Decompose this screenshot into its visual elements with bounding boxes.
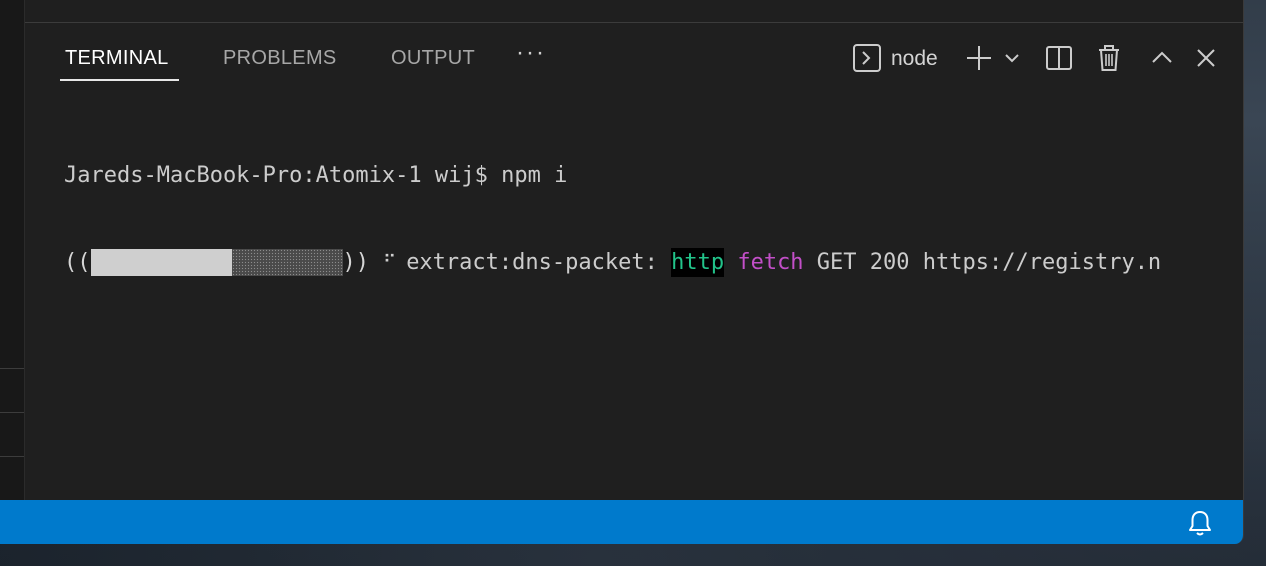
close-icon[interactable] xyxy=(1191,43,1221,73)
terminal-line: Jareds-MacBook-Pro:Atomix-1 wij$ npm i xyxy=(64,161,1161,190)
terminal-prompt-icon[interactable] xyxy=(851,43,883,73)
terminal-output[interactable]: Jareds-MacBook-Pro:Atomix-1 wij$ npm i (… xyxy=(64,103,1161,335)
active-tab-indicator xyxy=(60,79,179,81)
bell-icon[interactable] xyxy=(1187,509,1213,542)
gutter-divider xyxy=(0,368,24,369)
spinner-glyph: ⠋ xyxy=(383,252,397,273)
gutter-divider xyxy=(0,456,24,457)
trash-icon[interactable] xyxy=(1093,43,1125,73)
terminal-shell-label[interactable]: node xyxy=(891,47,938,71)
tab-terminal[interactable]: TERMINAL xyxy=(65,47,169,70)
terminal-line: (( )) ⠋ extract:dns-packet: http fetch G… xyxy=(64,248,1161,277)
panel-tab-bar: TERMINAL PROBLEMS OUTPUT ··· node xyxy=(25,23,1243,83)
progress-open-bracket: (( xyxy=(64,250,91,275)
chevron-down-icon[interactable] xyxy=(1001,43,1023,73)
progress-track xyxy=(90,249,343,276)
tab-problems[interactable]: PROBLEMS xyxy=(223,47,337,70)
tab-output[interactable]: OUTPUT xyxy=(391,47,475,70)
editor-area-edge xyxy=(0,0,1243,23)
bottom-panel: TERMINAL PROBLEMS OUTPUT ··· node Jareds… xyxy=(25,23,1243,500)
http-label: http xyxy=(671,248,725,277)
progress-stage-text: extract:dns-packet: xyxy=(406,250,672,275)
activity-gutter xyxy=(0,0,25,500)
prompt-command-text: Jareds-MacBook-Pro:Atomix-1 wij$ npm i xyxy=(64,163,568,188)
fetch-label: fetch xyxy=(737,250,804,275)
chevron-up-icon[interactable] xyxy=(1147,43,1177,73)
more-tabs-button[interactable]: ··· xyxy=(516,39,546,67)
editor-window: TERMINAL PROBLEMS OUTPUT ··· node Jareds… xyxy=(0,0,1244,544)
progress-close-bracket: )) xyxy=(342,250,370,275)
request-text: GET 200 https://registry.n xyxy=(803,250,1162,275)
gutter-divider xyxy=(0,412,24,413)
npm-progress-bar: (( )) xyxy=(64,248,369,277)
status-bar xyxy=(0,500,1243,544)
plus-icon[interactable] xyxy=(963,43,995,73)
split-panel-icon[interactable] xyxy=(1043,43,1075,73)
progress-fill xyxy=(90,249,232,276)
